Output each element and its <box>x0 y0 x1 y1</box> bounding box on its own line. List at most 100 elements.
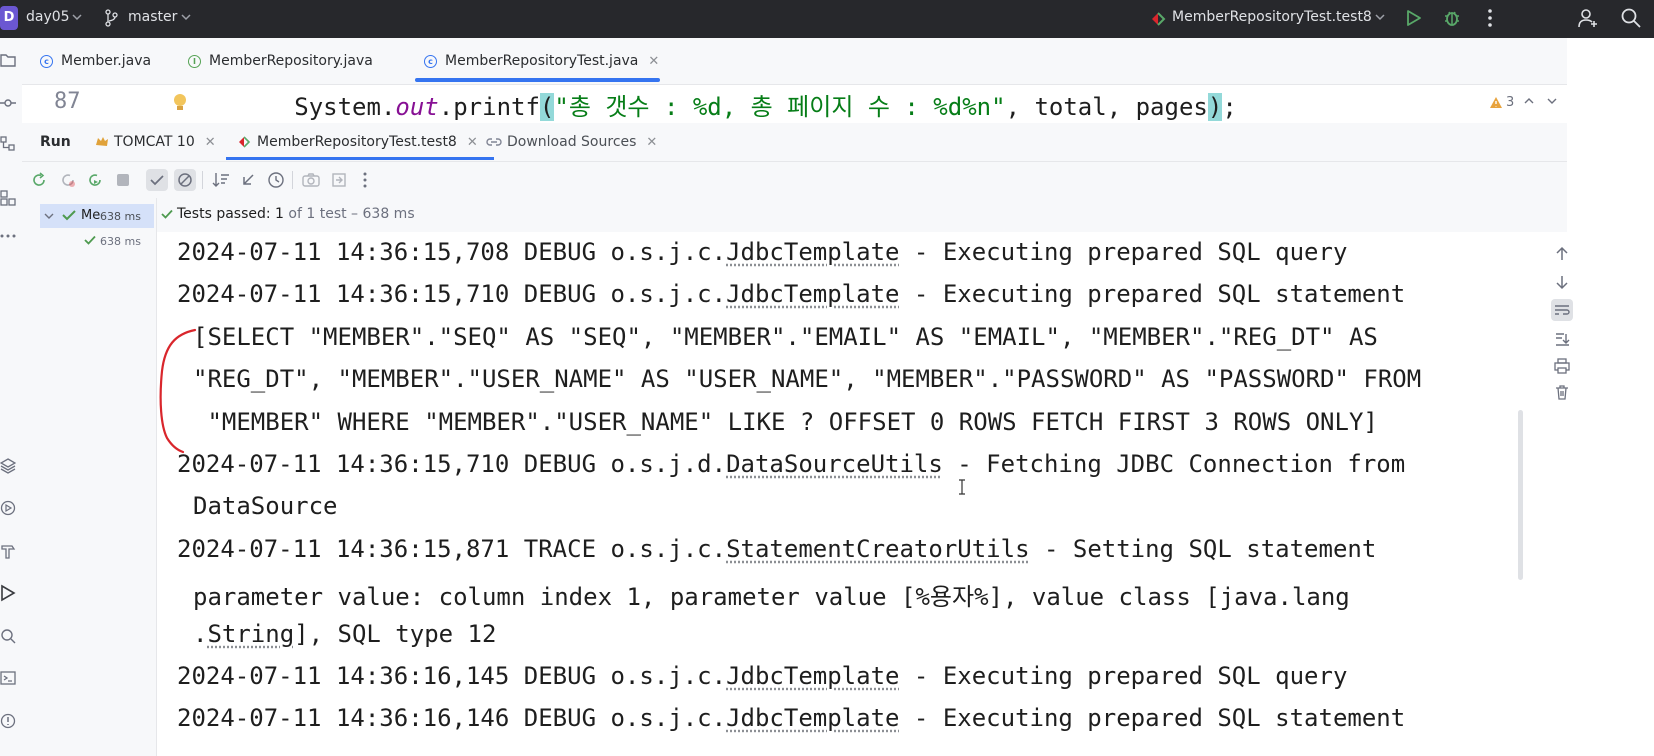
close-icon[interactable]: ✕ <box>648 54 659 69</box>
console-line: [SELECT "MEMBER"."SEQ" AS "SEQ", "MEMBER… <box>193 323 1378 351</box>
more-icon[interactable] <box>354 169 376 191</box>
folder-icon[interactable] <box>0 52 16 68</box>
project-badge[interactable]: D <box>0 6 18 30</box>
bulb-icon[interactable] <box>172 92 188 114</box>
debug-icon[interactable] <box>1442 8 1462 28</box>
find-icon[interactable] <box>0 628 16 644</box>
tab-member-java[interactable]: c Member.java <box>40 38 151 84</box>
sort-icon[interactable] <box>210 169 232 191</box>
stop-icon[interactable] <box>112 169 134 191</box>
search-icon[interactable] <box>1620 7 1642 29</box>
annotation-bracket <box>159 328 197 454</box>
tab-test8[interactable]: MemberRepositoryTest.test8 ✕ <box>238 123 478 161</box>
console-line: "REG_DT", "MEMBER"."USER_NAME" AS "USER_… <box>193 365 1422 393</box>
console-line: .String], SQL type 12 <box>193 620 497 648</box>
console-output[interactable]: 2024-07-11 14:36:15,708 DEBUG o.s.j.c.Jd… <box>157 232 1527 756</box>
toolbar-divider <box>292 171 293 189</box>
class-link[interactable]: JdbcTemplate <box>726 662 899 690</box>
export-icon[interactable] <box>328 169 350 191</box>
tree-child-time[interactable]: 638 ms <box>100 235 141 248</box>
camera-icon[interactable] <box>300 169 322 191</box>
run-tool-icon[interactable] <box>0 584 16 602</box>
down-arrow-icon[interactable] <box>1555 274 1569 290</box>
toolbar-divider <box>202 171 203 189</box>
class-link[interactable]: JdbcTemplate <box>726 238 899 266</box>
code-open-paren: ( <box>539 93 555 121</box>
test-tree: Me 638 ms 638 ms <box>22 198 157 756</box>
chevron-down-icon[interactable] <box>1375 12 1385 22</box>
tree-root-row[interactable]: Me 638 ms <box>40 204 154 228</box>
show-passed-icon[interactable] <box>146 169 168 191</box>
status-count: 1 <box>275 206 284 222</box>
tab-tomcat[interactable]: TOMCAT 10 ✕ <box>94 123 216 161</box>
warning-counter[interactable]: 3 <box>1489 95 1514 110</box>
status-prefix: Tests passed: <box>177 206 276 222</box>
run-config-name[interactable]: MemberRepositoryTest.test8 <box>1172 9 1372 25</box>
run-config-icon <box>238 135 252 149</box>
status-rest: of 1 test – 638 ms <box>283 206 415 222</box>
chevron-up-icon[interactable] <box>1524 97 1534 105</box>
title-bar: D day05 master MemberRepositoryTest.test… <box>0 0 1654 38</box>
text-cursor-icon <box>957 479 967 495</box>
tomcat-icon <box>94 135 110 149</box>
problems-icon[interactable] <box>0 713 16 729</box>
rerun-icon[interactable] <box>28 169 50 191</box>
add-user-icon[interactable] <box>1577 7 1599 29</box>
run-icon[interactable] <box>1404 9 1422 27</box>
layers-icon[interactable] <box>0 458 16 474</box>
more-icon[interactable] <box>1487 8 1493 28</box>
console-line: parameter value: column index 1, paramet… <box>193 583 1350 611</box>
tab-label: MemberRepositoryTest.java <box>445 53 639 69</box>
code-args: , total, pages <box>1005 93 1208 121</box>
trash-icon[interactable] <box>1554 384 1570 400</box>
test-class-icon: c <box>424 54 437 68</box>
services-icon[interactable] <box>0 500 16 516</box>
more-tools-icon[interactable] <box>0 233 16 239</box>
class-link[interactable]: DataSourceUtils <box>726 450 943 478</box>
chevron-down-icon[interactable] <box>72 12 82 22</box>
rerun-failed-icon[interactable] <box>57 169 79 191</box>
line-number: 87 <box>54 89 81 114</box>
code-obj: System. <box>294 93 396 121</box>
close-icon[interactable]: ✕ <box>205 135 216 150</box>
import-icon[interactable] <box>237 169 259 191</box>
console-line: 2024-07-11 14:36:16,146 DEBUG o.s.j.c.Jd… <box>177 704 1406 732</box>
tab-label: Member.java <box>61 53 152 69</box>
structure-icon[interactable] <box>0 136 16 152</box>
class-link[interactable]: JdbcTemplate <box>726 280 899 308</box>
history-icon[interactable] <box>265 169 287 191</box>
console-line: 2024-07-11 14:36:15,871 TRACE o.s.j.c.St… <box>177 535 1377 563</box>
check-icon <box>84 235 96 245</box>
active-run-tab-indicator <box>226 157 494 160</box>
commit-icon[interactable] <box>0 95 16 111</box>
chevron-down-icon[interactable] <box>1547 97 1557 105</box>
rerun-toggle-icon[interactable] <box>84 169 106 191</box>
terminal-icon[interactable] <box>0 670 16 686</box>
close-icon[interactable]: ✕ <box>646 135 657 150</box>
plugins-icon[interactable] <box>0 190 16 206</box>
show-ignored-icon[interactable] <box>174 169 196 191</box>
run-config-icon <box>1150 10 1168 28</box>
tab-label: Download Sources <box>507 134 637 150</box>
print-icon[interactable] <box>1554 358 1570 374</box>
warning-count: 3 <box>1506 95 1515 110</box>
code-close-paren: ) <box>1207 93 1223 121</box>
class-link[interactable]: JdbcTemplate <box>726 704 899 732</box>
editor-code-line[interactable]: 87 System.out.printf("총 갯수 : %d, 총 페이지 수… <box>22 85 1654 124</box>
tab-member-repository-java[interactable]: I MemberRepository.java <box>188 38 373 84</box>
up-arrow-icon[interactable] <box>1555 246 1569 262</box>
build-icon[interactable] <box>0 543 16 559</box>
branch-name[interactable]: master <box>128 9 177 25</box>
project-name[interactable]: day05 <box>26 9 70 25</box>
chevron-down-icon[interactable] <box>44 212 54 220</box>
chevron-down-icon[interactable] <box>181 12 191 22</box>
test-status-line: Tests passed: 1 of 1 test – 638 ms <box>157 198 1654 232</box>
tab-download-sources[interactable]: Download Sources ✕ <box>486 123 657 161</box>
close-icon[interactable]: ✕ <box>467 135 478 150</box>
tab-label: MemberRepositoryTest.test8 <box>257 134 457 150</box>
class-link[interactable]: StatementCreatorUtils <box>726 535 1029 563</box>
wrap-icon[interactable] <box>1551 299 1573 321</box>
class-link[interactable]: String <box>207 620 294 648</box>
scrollbar-thumb[interactable] <box>1518 410 1523 580</box>
scroll-end-icon[interactable] <box>1554 331 1570 347</box>
